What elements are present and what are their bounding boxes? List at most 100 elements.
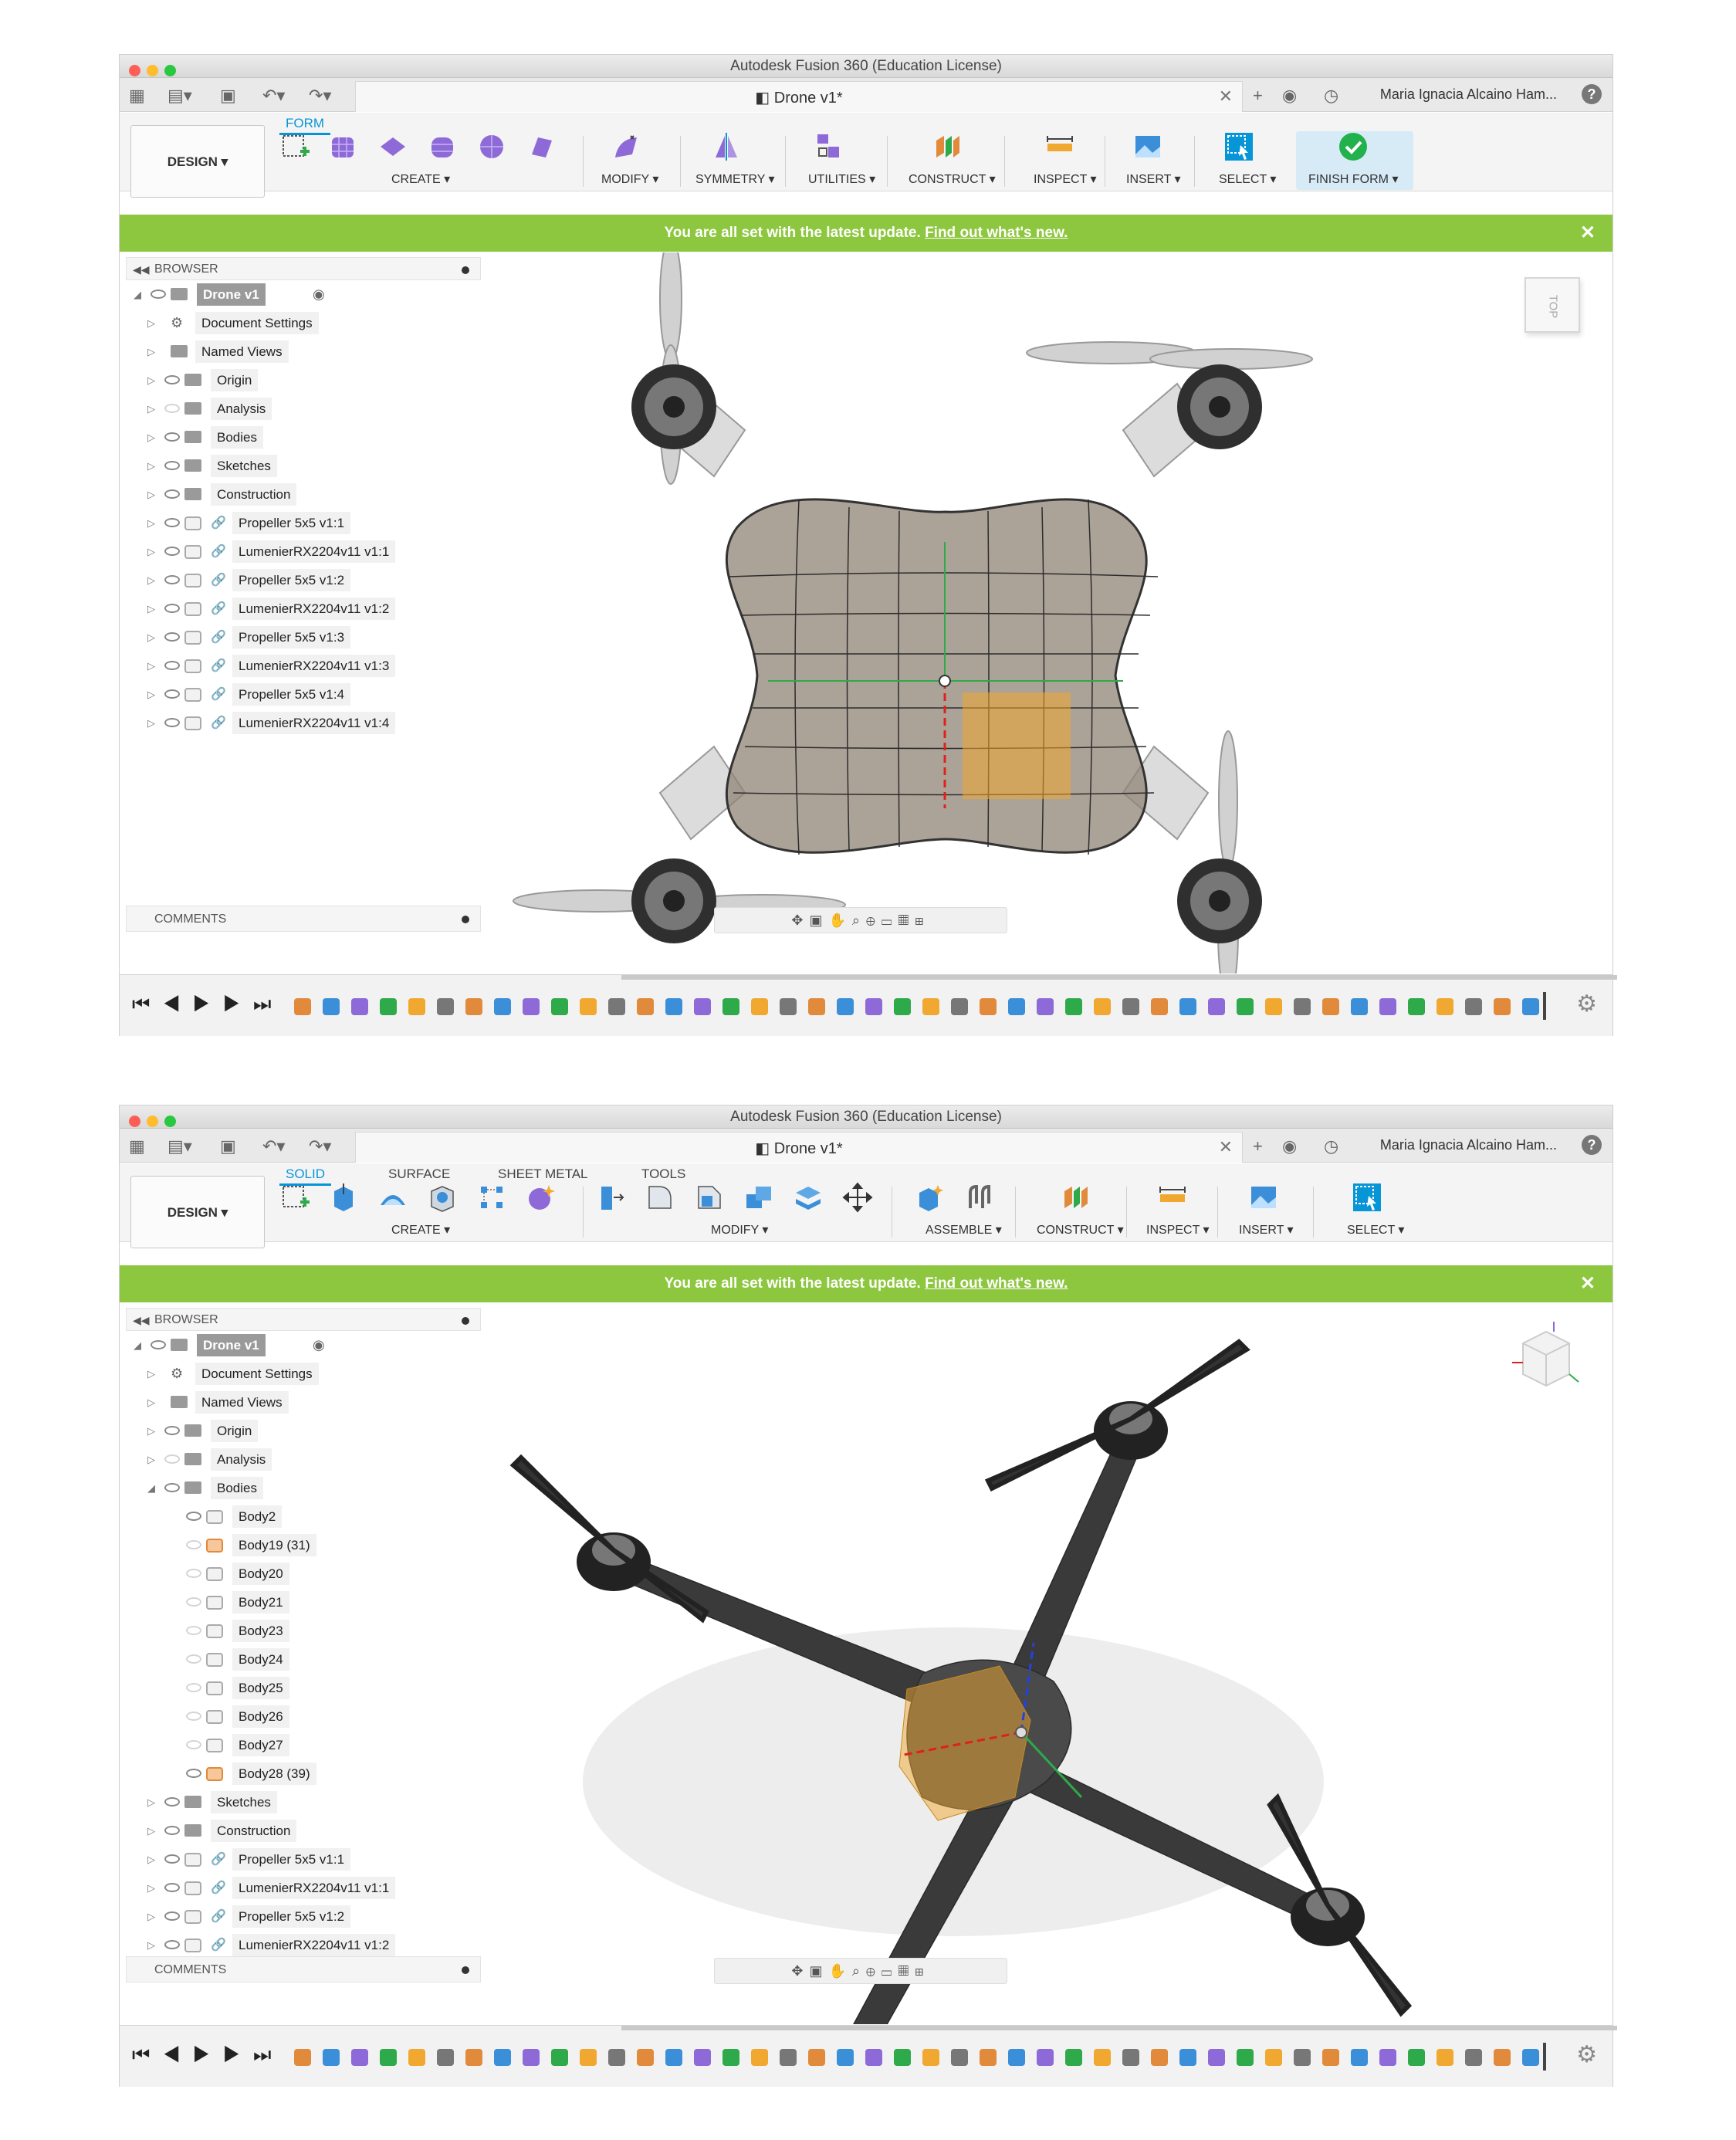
expand-arrow-icon[interactable]: ▷	[147, 1874, 155, 1902]
timeline-feature[interactable]	[865, 2049, 882, 2066]
timeline-feature[interactable]	[1008, 2049, 1025, 2066]
timeline-feature[interactable]	[1379, 2049, 1396, 2066]
undo-icon[interactable]: ↶▾	[262, 1136, 285, 1156]
tree-row[interactable]: ▷ 🔗 Propeller 5x5 v1:2	[126, 1902, 481, 1931]
select-icon[interactable]	[1352, 1182, 1382, 1213]
pin-icon[interactable]	[462, 1317, 469, 1325]
view-cube[interactable]: TOP	[1524, 277, 1580, 333]
display-settings-icon[interactable]: ▭	[882, 1963, 898, 1979]
sphere-form-icon[interactable]	[476, 131, 507, 162]
timeline-feature[interactable]	[1294, 2049, 1311, 2066]
timeline-feature[interactable]	[1122, 998, 1139, 1015]
timeline-feature[interactable]	[580, 998, 597, 1015]
pan-icon[interactable]: ✋	[828, 1963, 851, 1979]
navigation-bar[interactable]: ✥▣✋⌕⊕▭▦⊞	[714, 907, 1007, 933]
canvas-viewport[interactable]: ◀◀ BROWSER ◢ Drone v1 ◉ ▷ ⚙ Document Settings ▷…	[120, 1303, 1612, 2024]
visibility-eye-icon[interactable]	[186, 1626, 201, 1635]
timeline-feature[interactable]	[1494, 2049, 1511, 2066]
create-sketch-icon[interactable]	[280, 1182, 311, 1213]
fit-icon[interactable]: ⊕	[866, 1963, 882, 1979]
timeline-settings-icon[interactable]: ⚙	[1576, 2041, 1597, 2068]
orbit-icon[interactable]: ✥	[791, 1963, 809, 1979]
timeline-feature[interactable]	[551, 2049, 568, 2066]
inspect-group-label[interactable]: INSPECT ▾	[1034, 171, 1097, 187]
finish-form-icon[interactable]	[1338, 131, 1369, 162]
tree-row[interactable]: ▷ 🔗 LumenierRX2204v11 v1:1	[126, 1874, 481, 1902]
undo-icon[interactable]: ↶▾	[262, 86, 285, 106]
expand-arrow-icon[interactable]: ▷	[147, 1788, 155, 1817]
timeline-feature[interactable]	[1008, 998, 1025, 1015]
timeline-feature[interactable]	[1179, 998, 1196, 1015]
tree-row[interactable]: Body25	[126, 1674, 481, 1702]
pan-icon[interactable]: ✋	[828, 913, 851, 928]
timeline-controls[interactable]: ⏮◀▶▶⏭	[132, 2043, 283, 2067]
visibility-eye-icon[interactable]	[164, 718, 180, 727]
timeline-feature[interactable]	[980, 2049, 997, 2066]
visibility-eye-icon[interactable]	[186, 1597, 201, 1607]
timeline-feature[interactable]	[1094, 998, 1111, 1015]
tree-row[interactable]: ▷ 🔗 LumenierRX2204v11 v1:4	[126, 709, 481, 737]
timeline-feature[interactable]	[1208, 998, 1225, 1015]
grid-settings-icon[interactable]: ▦	[898, 1963, 915, 1979]
minimize-window-button[interactable]	[147, 1116, 158, 1127]
timeline-feature[interactable]	[1437, 2049, 1453, 2066]
file-menu-icon[interactable]: ▤▾	[168, 86, 192, 106]
tree-row[interactable]: ▷ Analysis	[126, 394, 481, 423]
tree-row[interactable]: ▷ Analysis	[126, 1445, 481, 1474]
visibility-eye-icon[interactable]	[186, 1769, 201, 1778]
tree-row[interactable]: Body28 (39)	[126, 1759, 481, 1788]
timeline-feature[interactable]	[1351, 998, 1368, 1015]
orbit-icon[interactable]: ✥	[791, 913, 809, 928]
view-cube[interactable]	[1508, 1320, 1585, 1397]
grid-menu-icon[interactable]: ▦	[129, 1136, 145, 1156]
timeline-features[interactable]	[291, 992, 1557, 1020]
timeline-feature[interactable]	[1265, 998, 1282, 1015]
tree-row[interactable]: ▷ Construction	[126, 480, 481, 509]
create-form-icon[interactable]	[526, 1182, 557, 1213]
timeline-feature[interactable]	[1065, 2049, 1082, 2066]
shell-icon[interactable]	[743, 1182, 774, 1213]
visibility-eye-icon[interactable]	[164, 1883, 180, 1892]
inspect-group-label[interactable]: INSPECT ▾	[1146, 1222, 1210, 1238]
timeline-feature[interactable]	[922, 998, 939, 1015]
timeline-feature[interactable]	[380, 2049, 397, 2066]
timeline-feature[interactable]	[294, 998, 311, 1015]
extrude-icon[interactable]	[328, 1182, 359, 1213]
visibility-eye-icon[interactable]	[186, 1740, 201, 1749]
create-sketch-icon[interactable]	[280, 131, 311, 162]
zoom-icon[interactable]: ⌕	[852, 913, 866, 928]
notifications-icon[interactable]: ◷	[1324, 86, 1338, 106]
joint-icon[interactable]	[964, 1182, 995, 1213]
expand-arrow-icon[interactable]: ▷	[147, 594, 155, 623]
measure-icon[interactable]	[1157, 1182, 1188, 1213]
browser-header[interactable]: ◀◀ BROWSER	[126, 257, 481, 280]
expand-arrow-icon[interactable]: ▷	[147, 1417, 155, 1445]
insert-group-label[interactable]: INSERT ▾	[1126, 171, 1181, 187]
expand-arrow-icon[interactable]: ▷	[147, 394, 155, 423]
user-account[interactable]: Maria Ignacia Alcaino Ham...	[1380, 1137, 1557, 1153]
visibility-eye-icon[interactable]	[186, 1540, 201, 1549]
face-form-icon[interactable]	[526, 131, 557, 162]
construct-icon[interactable]	[1060, 1182, 1091, 1213]
insert-image-icon[interactable]	[1248, 1182, 1279, 1213]
visibility-eye-icon[interactable]	[164, 661, 180, 670]
timeline-scrollbar[interactable]	[621, 2026, 1617, 2030]
expand-arrow-icon[interactable]: ▷	[147, 309, 155, 337]
visibility-eye-icon[interactable]	[164, 547, 180, 556]
save-icon[interactable]: ▣	[220, 1136, 236, 1156]
visibility-eye-icon[interactable]	[164, 1940, 180, 1949]
timeline-feature[interactable]	[694, 2049, 711, 2066]
timeline-feature[interactable]	[408, 998, 425, 1015]
tree-row[interactable]: ▷ 🔗 Propeller 5x5 v1:1	[126, 509, 481, 537]
user-account[interactable]: Maria Ignacia Alcaino Ham...	[1380, 86, 1557, 103]
select-group-label[interactable]: SELECT ▾	[1219, 171, 1276, 187]
visibility-eye-icon[interactable]	[164, 489, 180, 499]
expand-arrow-icon[interactable]: ▷	[147, 709, 155, 737]
expand-arrow-icon[interactable]: ▷	[147, 566, 155, 594]
timeline-feature[interactable]	[665, 998, 682, 1015]
utilities-group-label[interactable]: UTILITIES ▾	[808, 171, 875, 187]
tree-row[interactable]: ▷ Named Views	[126, 1388, 481, 1417]
timeline-feature[interactable]	[665, 2049, 682, 2066]
minimize-window-button[interactable]	[147, 65, 158, 76]
look-at-icon[interactable]: ▣	[809, 913, 828, 928]
